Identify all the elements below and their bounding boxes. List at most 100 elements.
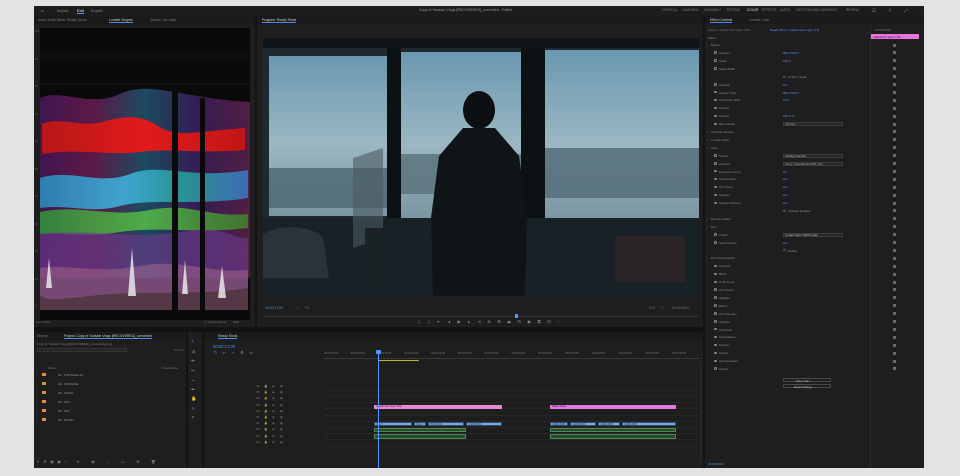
home-icon[interactable]: ⌂	[41, 8, 44, 14]
workspace-editing[interactable]: EDITING	[727, 8, 740, 12]
sort-icon[interactable]: ⇅	[76, 460, 80, 464]
ec-value[interactable]: 960.0 540.0	[783, 51, 799, 55]
new-bin-icon[interactable]: ▭	[121, 460, 125, 464]
stopwatch-icon[interactable]	[714, 351, 717, 355]
stopwatch-icon[interactable]	[714, 98, 717, 102]
stopwatch-icon[interactable]	[714, 280, 717, 283]
reset-parameter-icon[interactable]	[893, 90, 896, 94]
go-to-in-icon[interactable]: ⇤	[437, 320, 441, 324]
ec-row[interactable]: Settings 0.0	[705, 192, 870, 198]
add-marker-icon[interactable]: ⬩	[231, 351, 235, 355]
project-item[interactable]: › 05 - SFX	[34, 408, 186, 414]
track-sync-icon[interactable]: ▣	[280, 427, 283, 431]
tab-lumetri-scopes[interactable]: Lumetri Scopes	[109, 18, 133, 24]
workspaces-menu-icon[interactable]: ☰	[872, 8, 876, 14]
ec-row[interactable]: Input ›	[705, 145, 870, 151]
col-frame-rate[interactable]: Frame Rate	[162, 366, 178, 370]
ripple-edit-icon[interactable]: ⇹	[191, 358, 195, 363]
ec-row[interactable]: Color Level	[705, 279, 870, 285]
add-marker-icon[interactable]: ⬩	[297, 306, 298, 310]
timeline-settings-icon[interactable]: ⚙	[240, 351, 244, 355]
ec-target-dropdown[interactable]: Ready Shots • Adjustment Layer (76)	[770, 28, 819, 32]
reset-parameter-icon[interactable]	[893, 75, 896, 79]
ec-row[interactable]: Gift Generator	[705, 358, 870, 364]
workspace-audio[interactable]: AUDIO	[780, 8, 790, 12]
disclosure-chevron-icon[interactable]: ›	[37, 391, 38, 395]
tab-audio-track-mixer[interactable]: Audio Track Mixer: Ready Shots	[38, 18, 86, 22]
ec-value[interactable]: 0.0	[783, 241, 787, 245]
disclosure-chevron-icon[interactable]: ›	[707, 225, 708, 229]
track-sync-icon[interactable]: ▣	[280, 440, 283, 444]
lift-icon[interactable]: ⏏	[507, 320, 511, 324]
selection-tool-icon[interactable]: ↖	[191, 339, 195, 344]
reset-parameter-icon[interactable]	[893, 209, 896, 213]
reset-parameter-icon[interactable]	[893, 106, 896, 110]
track-sync-icon[interactable]: ▣	[280, 409, 283, 413]
step-forward-icon[interactable]: ▸	[467, 320, 471, 324]
freeform-view-icon[interactable]: ▣	[57, 460, 61, 464]
track-lock-icon[interactable]: 🔒	[264, 421, 267, 425]
ec-row[interactable]: Anti-flicker Filter 0.00	[705, 97, 870, 103]
track-eye-icon[interactable]: ◉	[272, 409, 274, 413]
project-item[interactable]: › 02 - FOOTAGE	[34, 381, 186, 387]
ec-row[interactable]: Time Remapping ›	[705, 129, 870, 135]
video-clip[interactable]: P1031 Clip	[428, 421, 464, 426]
razor-tool-icon[interactable]: ✂	[191, 368, 195, 373]
menu-tab-import[interactable]: Import	[57, 8, 68, 13]
disclosure-chevron-icon[interactable]: ›	[707, 256, 708, 260]
reset-parameter-icon[interactable]	[893, 43, 896, 47]
stopwatch-icon[interactable]	[714, 193, 717, 197]
ec-value[interactable]: 0.0	[783, 201, 787, 205]
menu-tab-export[interactable]: Export	[91, 8, 103, 13]
ec-source-dropdown[interactable]: Source • Adjustment Layer (76)	[708, 28, 750, 32]
reset-parameter-icon[interactable]	[893, 201, 896, 205]
ec-row[interactable]: Camera Sony / Cinema Line FX6 / S-L...	[705, 161, 870, 167]
stopwatch-icon[interactable]	[714, 359, 717, 362]
checkbox-icon[interactable]: ☑	[783, 209, 786, 213]
ec-row[interactable]: Motion ›	[705, 42, 870, 48]
ec-value[interactable]: 0.0	[783, 170, 787, 174]
program-timecode[interactable]: 00:02:17:00	[265, 306, 283, 310]
reset-parameter-icon[interactable]	[893, 264, 896, 268]
disclosure-chevron-icon[interactable]: ›	[37, 418, 38, 422]
audio-clip[interactable]	[550, 427, 676, 433]
disclosure-chevron-icon[interactable]: ›	[37, 382, 38, 386]
stopwatch-icon[interactable]	[714, 185, 717, 189]
track-sync-icon[interactable]: ▣	[280, 415, 283, 419]
ec-row[interactable]: Profile Kodak Vision 2383 Kodak	[705, 232, 870, 238]
workspace-vertical[interactable]: VERTICAL	[662, 8, 678, 12]
disclosure-chevron-icon[interactable]: ›	[707, 138, 708, 142]
reset-parameter-icon[interactable]	[893, 256, 896, 260]
reset-parameter-icon[interactable]	[893, 233, 896, 237]
mark-out-icon[interactable]: }	[427, 320, 431, 324]
proxy-icon[interactable]: ⊡	[547, 320, 551, 324]
video-clip[interactable]: Clip 4	[414, 421, 426, 426]
stopwatch-icon[interactable]	[714, 272, 717, 276]
stopwatch-icon[interactable]	[714, 264, 717, 268]
tab-timeline[interactable]: Ready Shots	[218, 334, 238, 340]
linked-selection-icon[interactable]: ∞	[222, 351, 226, 355]
track-lock-icon[interactable]: 🔒	[264, 384, 267, 388]
reset-parameter-icon[interactable]	[893, 312, 896, 316]
reset-parameter-icon[interactable]	[893, 177, 896, 181]
checkbox-icon[interactable]: ☑	[783, 75, 786, 79]
workspace-effects[interactable]: EFFECTS	[762, 8, 777, 12]
disclosure-chevron-icon[interactable]: ›	[37, 409, 38, 413]
stopwatch-icon[interactable]	[714, 367, 717, 370]
reset-parameter-icon[interactable]	[893, 51, 896, 55]
track-eye-icon[interactable]: ◉	[272, 415, 274, 419]
video-clip[interactable]: C0221.MP4	[550, 421, 568, 426]
timeline-playhead-handle[interactable]	[376, 350, 381, 354]
ec-value[interactable]: 0.0	[783, 177, 787, 181]
track-lock-icon[interactable]: 🔒	[264, 427, 267, 431]
overwrite-icon[interactable]: ⊞	[497, 320, 501, 324]
tab-source[interactable]: Source: (no clips)	[150, 18, 176, 22]
extract-icon[interactable]: ⊟	[517, 320, 521, 324]
track-sync-icon[interactable]: ▣	[280, 390, 283, 394]
workspace-assembly[interactable]: ASSEMBLY	[704, 8, 721, 12]
reset-parameter-icon[interactable]	[893, 122, 896, 126]
reset-parameter-icon[interactable]	[893, 335, 896, 339]
reset-parameter-icon[interactable]	[893, 225, 896, 229]
reset-parameter-icon[interactable]	[893, 367, 896, 371]
video-clip[interactable]: Clip 3	[374, 421, 412, 426]
